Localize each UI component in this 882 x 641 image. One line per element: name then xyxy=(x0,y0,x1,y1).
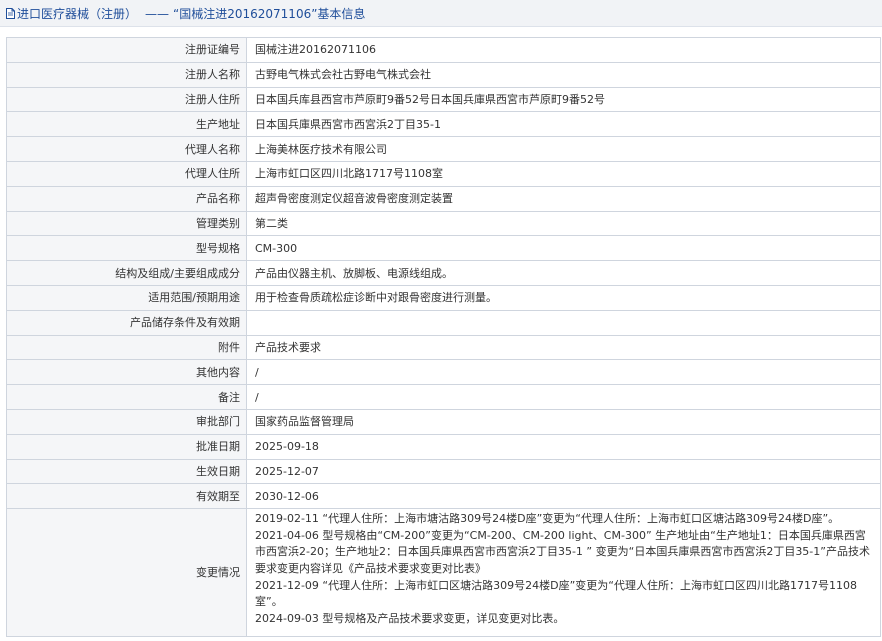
field-value: / xyxy=(246,359,881,386)
header-title-bar: 进口医疗器械（注册） —— “国械注进20162071106”基本信息 xyxy=(6,6,365,22)
table-row: 产品储存条件及有效期 xyxy=(6,309,881,336)
field-label: 批准日期 xyxy=(6,433,247,460)
change-log-value: 2019-02-11 “代理人住所：上海市塘沽路309号24楼D座”变更为“代理… xyxy=(246,508,881,638)
field-value: 日本国兵库县西宫市芦原町9番52号日本国兵庫県西宮市芦原町9番52号 xyxy=(246,86,881,113)
field-value: 产品技术要求 xyxy=(246,334,881,361)
field-value: 产品由仪器主机、放脚板、电源线组成。 xyxy=(246,260,881,286)
field-label: 代理人名称 xyxy=(6,136,247,162)
table-row: 管理类别 第二类 xyxy=(6,210,881,237)
field-value xyxy=(246,309,881,336)
field-label: 适用范围/预期用途 xyxy=(6,284,247,311)
change-log-entry: 2021-04-06 型号规格由“CM-200”变更为“CM-200、CM-20… xyxy=(255,528,870,575)
field-value: / xyxy=(246,384,881,410)
page-header: 进口医疗器械（注册） —— “国械注进20162071106”基本信息 xyxy=(0,0,882,27)
field-value: 2025-09-18 xyxy=(246,433,881,460)
table-row: 生效日期 2025-12-07 xyxy=(6,458,881,485)
table-row: 型号规格 CM-300 xyxy=(6,235,881,262)
field-label: 注册证编号 xyxy=(6,37,247,63)
table-row: 批准日期 2025-09-18 xyxy=(6,433,881,460)
field-value: 用于检查骨质疏松症诊断中对跟骨密度进行测量。 xyxy=(246,284,881,311)
table-row: 结构及组成/主要组成成分 产品由仪器主机、放脚板、电源线组成。 xyxy=(6,260,881,286)
field-label: 注册人住所 xyxy=(6,86,247,113)
field-label: 其他内容 xyxy=(6,359,247,386)
field-label: 产品储存条件及有效期 xyxy=(6,309,247,336)
field-label: 型号规格 xyxy=(6,235,247,262)
field-label: 产品名称 xyxy=(6,185,247,212)
header-section: 进口医疗器械（注册） xyxy=(17,7,138,21)
field-label: 注册人名称 xyxy=(6,61,247,88)
field-label: 代理人住所 xyxy=(6,160,247,187)
table-row: 注册证编号 国械注进20162071106 xyxy=(6,37,881,63)
field-value: 日本国兵庫県西宮市西宮浜2丁目35-1 xyxy=(246,111,881,138)
header-separator: —— xyxy=(145,7,170,21)
change-log-entry: 2019-02-11 “代理人住所：上海市塘沽路309号24楼D座”变更为“代理… xyxy=(255,512,840,526)
table-row: 有效期至 2030-12-06 xyxy=(6,483,881,510)
field-value: 古野电气株式会社古野电气株式会社 xyxy=(246,61,881,88)
field-value: 第二类 xyxy=(246,210,881,237)
change-log-row: 变更情况 2019-02-11 “代理人住所：上海市塘沽路309号24楼D座”变… xyxy=(6,508,881,638)
field-label: 审批部门 xyxy=(6,408,247,435)
change-log-label: 变更情况 xyxy=(6,508,247,638)
change-log-entry: 2024-09-03 型号规格及产品技术要求变更，详见变更对比表。 xyxy=(255,611,565,625)
table-row: 产品名称 超声骨密度测定仪超音波骨密度测定装置 xyxy=(6,185,881,212)
field-value: 超声骨密度测定仪超音波骨密度测定装置 xyxy=(246,185,881,212)
table-row: 审批部门 国家药品监督管理局 xyxy=(6,408,881,435)
table-row: 注册人名称 古野电气株式会社古野电气株式会社 xyxy=(6,61,881,88)
table-row: 代理人住所 上海市虹口区四川北路1717号1108室 xyxy=(6,160,881,187)
field-label: 附件 xyxy=(6,334,247,361)
table-row: 代理人名称 上海美林医疗技术有限公司 xyxy=(6,136,881,162)
field-label: 生产地址 xyxy=(6,111,247,138)
field-label: 结构及组成/主要组成成分 xyxy=(6,260,247,286)
registration-info-table: 注册证编号 国械注进20162071106 注册人名称 古野电气株式会社古野电气株式… xyxy=(6,37,881,638)
header-record-title: “国械注进20162071106”基本信息 xyxy=(173,7,366,21)
table-row: 其他内容 / xyxy=(6,359,881,386)
field-value: 2030-12-06 xyxy=(246,483,881,510)
field-label: 管理类别 xyxy=(6,210,247,237)
field-value: 国家药品监督管理局 xyxy=(246,408,881,435)
field-label: 有效期至 xyxy=(6,483,247,510)
table-row: 生产地址 日本国兵庫県西宮市西宮浜2丁目35-1 xyxy=(6,111,881,138)
field-value: 上海市虹口区四川北路1717号1108室 xyxy=(246,160,881,187)
field-label: 备注 xyxy=(6,384,247,410)
table-row: 附件 产品技术要求 xyxy=(6,334,881,361)
table-row: 备注 / xyxy=(6,384,881,410)
table-row: 适用范围/预期用途 用于检查骨质疏松症诊断中对跟骨密度进行测量。 xyxy=(6,284,881,311)
field-value: 国械注进20162071106 xyxy=(246,37,881,63)
field-value: 上海美林医疗技术有限公司 xyxy=(246,136,881,162)
field-label: 生效日期 xyxy=(6,458,247,485)
table-row: 注册人住所 日本国兵库县西宫市芦原町9番52号日本国兵庫県西宮市芦原町9番52号 xyxy=(6,86,881,113)
field-value: 2025-12-07 xyxy=(246,458,881,485)
change-log-entry: 2021-12-09 “代理人住所：上海市虹口区塘沽路309号24楼D座”变更为… xyxy=(255,578,857,609)
document-icon xyxy=(6,8,15,19)
field-value: CM-300 xyxy=(246,235,881,262)
